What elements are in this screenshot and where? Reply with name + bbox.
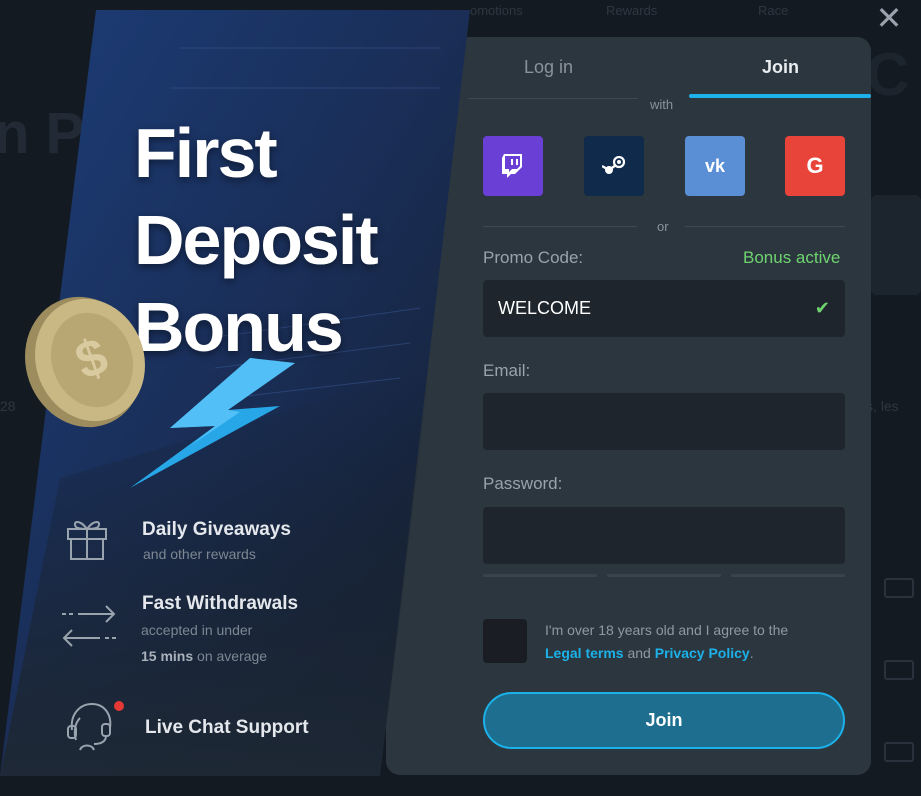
lightning-bolt-icon [130,358,295,488]
password-strength-bar [607,574,721,577]
camera-icon [884,742,914,762]
feature-subtitle: accepted in under [141,622,253,638]
social-with-label: with [650,97,674,112]
steam-login-button[interactable] [584,136,644,196]
password-field[interactable] [483,507,845,564]
privacy-policy-link[interactable]: Privacy Policy [655,645,750,661]
join-button[interactable]: Join [483,692,845,749]
checkmark-icon: ✔ [814,298,830,318]
active-tab-indicator [689,94,871,98]
camera-icon [884,660,914,680]
or-divider [685,226,845,227]
vk-icon: vk [704,155,726,176]
password-label: Password: [483,474,563,493]
headset-icon [67,701,124,751]
close-icon[interactable]: ✕ [873,2,905,34]
background-nav-item: Rewards [606,3,658,18]
promo-title-line: First [134,114,278,192]
feature-subtitle-bold: 15 mins [141,648,194,664]
terms-and: and [623,645,655,661]
terms-prefix: I'm over 18 years old and I agree to the [545,622,789,638]
google-login-button[interactable]: G [785,136,845,196]
feature-subtitle: 15 mins on average [141,648,267,664]
tab-divider [468,98,638,99]
or-divider [483,226,637,227]
legal-terms-link[interactable]: Legal terms [545,645,624,661]
promo-title: First Deposit Bonus [134,110,379,371]
promo-title-line: Deposit [134,201,379,279]
feature-subtitle-rest: on average [193,648,268,664]
email-field[interactable] [483,393,845,450]
google-icon: G [806,153,824,178]
feature-title: Daily Giveaways [142,519,291,540]
background-nav-item: Race [758,3,789,18]
transfer-arrows-icon [62,605,116,647]
twitch-icon [502,154,522,178]
camera-icon [884,578,914,598]
promo-panel: First Deposit Bonus $ Daily Giveaways an… [0,8,480,776]
twitch-login-button[interactable] [483,136,543,196]
terms-suffix: . [749,645,754,661]
background-thumbnail [871,195,921,295]
or-label: or [657,219,669,234]
age-terms-checkbox[interactable] [483,619,527,663]
email-label: Email: [483,361,531,380]
gift-icon [67,521,107,560]
tab-login[interactable]: Log in [524,57,573,78]
promo-code-value: WELCOME [498,298,592,318]
vk-login-button[interactable]: vk [685,136,745,196]
promo-code-label: Promo Code: [483,248,584,267]
bonus-status: Bonus active [743,248,841,267]
promo-code-input[interactable]: WELCOME ✔ [483,280,845,337]
feature-title: Fast Withdrawals [142,593,299,614]
background-logo: C [866,41,910,108]
feature-title: Live Chat Support [145,717,309,738]
tab-join[interactable]: Join [762,57,799,78]
steam-icon [602,156,626,174]
terms-text: I'm over 18 years old and I agree to the… [545,619,845,665]
password-strength-bar [731,574,845,577]
password-strength-bar [483,574,597,577]
feature-subtitle: and other rewards [143,546,256,562]
